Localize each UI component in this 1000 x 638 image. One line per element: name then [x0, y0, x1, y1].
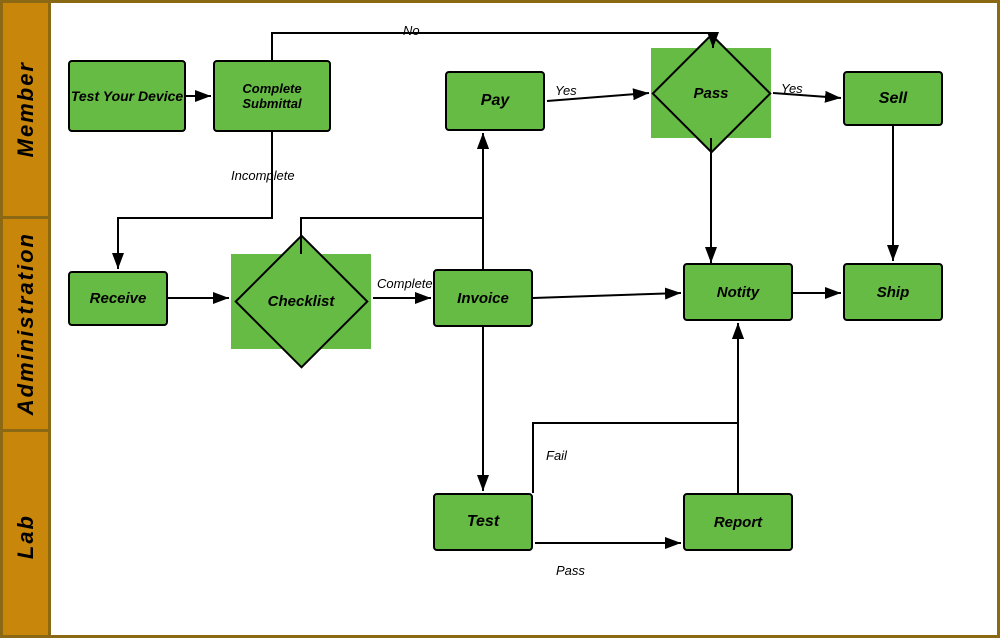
- node-invoice: Invoice: [433, 269, 533, 327]
- node-test-device: Test Your Device: [68, 60, 186, 132]
- node-complete-submittal: Complete Submittal: [213, 60, 331, 132]
- node-pass-diamond: Pass: [651, 48, 771, 138]
- node-sell: Sell: [843, 71, 943, 126]
- lane-lab-label: Lab: [3, 429, 51, 638]
- edge-label-no: No: [403, 23, 420, 38]
- node-notity: Notity: [683, 263, 793, 321]
- edge-label-fail: Fail: [546, 448, 567, 463]
- node-test: Test: [433, 493, 533, 551]
- node-pay: Pay: [445, 71, 545, 131]
- lane-member-label: Member: [3, 3, 51, 216]
- edge-label-pass-bottom: Pass: [556, 563, 585, 578]
- diagram-container: Member Administration Lab Test Your Devi…: [0, 0, 1000, 638]
- node-checklist: Checklist: [231, 254, 371, 349]
- edge-label-yes-pay: Yes: [555, 83, 577, 98]
- edge-label-yes-pass: Yes: [781, 81, 803, 96]
- lane-admin-label: Administration: [3, 216, 51, 429]
- node-receive: Receive: [68, 271, 168, 326]
- node-report: Report: [683, 493, 793, 551]
- edge-label-incomplete: Incomplete: [231, 168, 295, 183]
- edge-label-complete: Complete: [377, 276, 433, 291]
- node-ship: Ship: [843, 263, 943, 321]
